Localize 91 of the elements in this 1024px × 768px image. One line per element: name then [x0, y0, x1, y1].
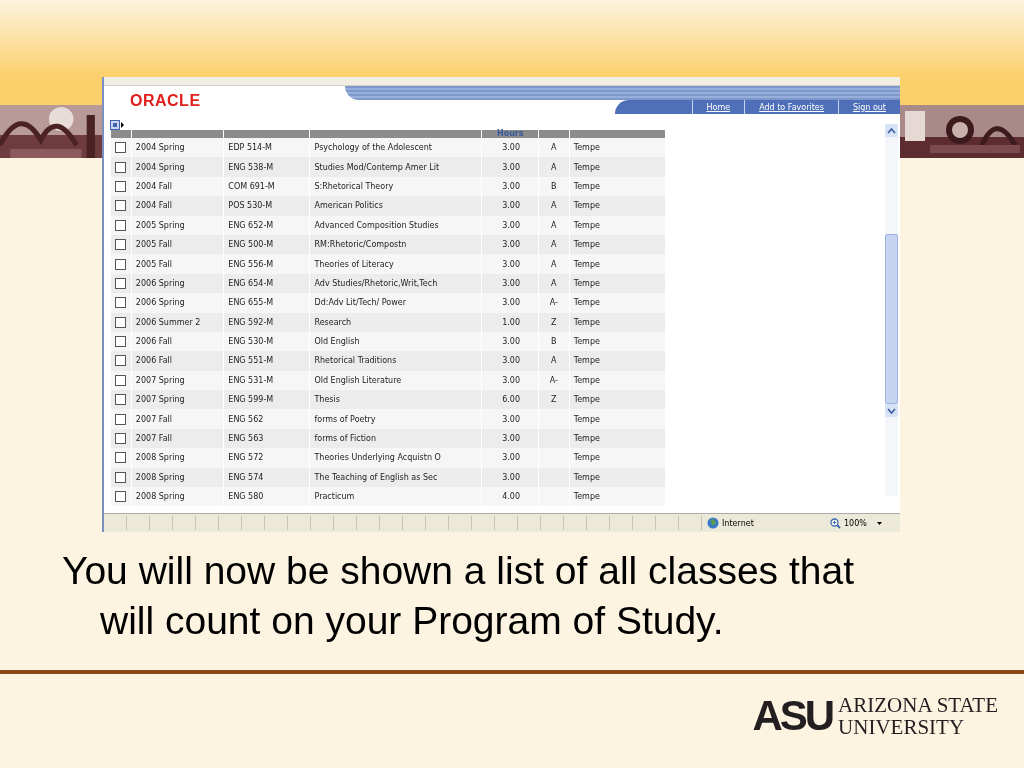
table-cell: Tempe — [569, 409, 665, 429]
table-cell: 2004 Fall — [131, 196, 224, 216]
zoom-level[interactable]: 100% — [844, 518, 874, 528]
table-cell: A — [538, 157, 570, 177]
table-cell: POS 530-M — [223, 196, 310, 216]
checkbox[interactable] — [115, 433, 126, 445]
zone-label: Internet — [722, 518, 755, 528]
table-cell: Rhetorical Traditions — [309, 351, 482, 371]
zoom-icon[interactable] — [830, 517, 841, 529]
table-cell: Theories of Literacy — [309, 254, 482, 274]
nav-link[interactable]: Add to Favorites — [744, 100, 838, 114]
table-cell: 2008 Spring — [131, 448, 224, 468]
table-cell: Practicum — [309, 487, 482, 507]
table-cell: 3.00 — [481, 215, 539, 235]
checkbox[interactable] — [115, 180, 126, 192]
table-cell: 3.00 — [481, 293, 539, 313]
table-cell: 2004 Spring — [131, 157, 224, 177]
table-cell: 4.00 — [481, 487, 539, 507]
table-cell: Tempe — [569, 487, 665, 507]
checkbox[interactable] — [115, 336, 126, 348]
dropdown-icon[interactable] — [877, 521, 882, 525]
table-cell: 3.00 — [481, 409, 539, 429]
table-cell: ENG 592-M — [223, 312, 310, 332]
table-cell: Dd:Adv Lit/Tech/ Power — [309, 293, 482, 313]
table-cell: ENG 556-M — [223, 254, 310, 274]
table-cell: 3.00 — [481, 351, 539, 371]
table-cell: Research — [309, 312, 482, 332]
table-cell: ENG 551-M — [223, 351, 310, 371]
table-cell: A — [538, 351, 570, 371]
table-cell: ENG 580 — [223, 487, 310, 507]
scroll-down-icon[interactable] — [885, 404, 898, 417]
table-cell: A — [538, 215, 570, 235]
scroll-up-icon[interactable] — [885, 124, 898, 137]
checkbox[interactable] — [115, 161, 126, 173]
table-cell: A — [538, 254, 570, 274]
checkbox[interactable] — [115, 452, 126, 464]
table-cell: 2006 Fall — [131, 351, 224, 371]
table-cell: ENG 538-M — [223, 157, 310, 177]
table-cell: 3.00 — [481, 254, 539, 274]
table-cell: 2006 Summer 2 — [131, 312, 224, 332]
checkbox[interactable] — [115, 355, 126, 367]
slide-caption: You will now be shown a list of all classes that will count on your Program of Study. — [62, 548, 855, 644]
checkbox[interactable] — [115, 316, 126, 328]
table-cell: 2006 Spring — [131, 293, 224, 313]
checkbox[interactable] — [115, 413, 126, 425]
scrollbar[interactable] — [885, 124, 898, 496]
checkbox[interactable] — [115, 239, 126, 251]
checkbox[interactable] — [115, 258, 126, 270]
table-cell: ENG 655-M — [223, 293, 310, 313]
table-cell: Tempe — [569, 215, 665, 235]
oracle-logo: ORACLE — [129, 91, 202, 111]
table-cell: Tempe — [569, 254, 665, 274]
table-cell: Tempe — [569, 448, 665, 468]
scroll-thumb[interactable] — [885, 234, 898, 404]
table-cell: ENG 562 — [223, 409, 310, 429]
checkbox[interactable] — [115, 142, 126, 154]
checkbox[interactable] — [115, 277, 126, 289]
globe-icon — [707, 517, 719, 529]
checkbox[interactable] — [115, 491, 126, 503]
checkbox[interactable] — [115, 374, 126, 386]
table-cell: 2005 Fall — [131, 254, 224, 274]
table-cell: American Politics — [309, 196, 482, 216]
column-header: Hours — [496, 129, 524, 138]
table-cell: 2005 Spring — [131, 215, 224, 235]
table-cell: 2007 Fall — [131, 409, 224, 429]
checkbox[interactable] — [115, 200, 126, 212]
table-cell: Tempe — [569, 157, 665, 177]
table-cell: Tempe — [569, 196, 665, 216]
table-cell: forms of Poetry — [309, 409, 482, 429]
table-cell: Tempe — [569, 351, 665, 371]
table-cell: 3.00 — [481, 196, 539, 216]
table-cell: Advanced Composition Studies — [309, 215, 482, 235]
table-cell: 1.00 — [481, 312, 539, 332]
table-cell: Studies Mod/Contemp Amer Lit — [309, 157, 482, 177]
checkbox[interactable] — [115, 219, 126, 231]
table-cell: A- — [538, 293, 570, 313]
table-cell: ENG 572 — [223, 448, 310, 468]
table-cell: Tempe — [569, 293, 665, 313]
checkbox[interactable] — [115, 394, 126, 406]
table-cell: 3.00 — [481, 448, 539, 468]
table-cell: Theories Underlying Acquistn O — [309, 448, 482, 468]
table-cell: 2008 Spring — [131, 487, 224, 507]
checkbox[interactable] — [115, 297, 126, 309]
checkbox[interactable] — [115, 471, 126, 483]
grid-icon[interactable] — [110, 120, 124, 130]
table-cell: ENG 652-M — [223, 215, 310, 235]
table-cell: Z — [538, 312, 570, 332]
table-cell: Tempe — [569, 312, 665, 332]
nav-link[interactable]: Home — [691, 100, 745, 114]
table-cell: 3.00 — [481, 157, 539, 177]
table-cell: A — [538, 196, 570, 216]
